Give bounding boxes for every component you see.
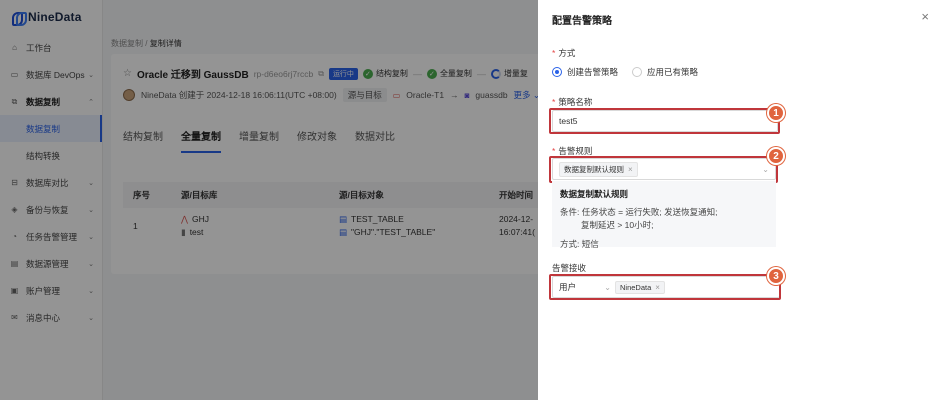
rule-method: 方式: 短信: [560, 239, 599, 249]
rule-card-title: 数据复制默认规则: [560, 189, 629, 199]
required-mark: *: [552, 97, 556, 107]
highlight-box-3: [549, 274, 781, 300]
highlight-box-2: [549, 156, 778, 183]
mode-label: * 方式: [552, 47, 575, 59]
radio-create-policy[interactable]: 创建告警策略: [552, 66, 618, 78]
mode-label-text: 方式: [558, 48, 576, 58]
alert-policy-drawer: 配置告警策略 × * 方式 创建告警策略 应用已有策略 * 策略名称 test5 1…: [538, 0, 943, 400]
rule-detail-card: 数据复制默认规则 条件: 任务状态 = 运行失败; 发送恢复通知; 复制延迟 >…: [552, 181, 776, 249]
radio-dot: [552, 67, 562, 77]
close-icon[interactable]: ×: [921, 9, 929, 24]
required-mark: *: [552, 146, 556, 156]
highlight-box-1: [549, 108, 780, 134]
marker-1: 1: [767, 104, 785, 122]
marker-2: 2: [767, 147, 785, 165]
radio-label: 创建告警策略: [567, 67, 619, 77]
radio-apply-existing[interactable]: 应用已有策略: [632, 66, 698, 78]
rule-label-text: 告警规则: [558, 146, 593, 156]
radio-dot: [632, 67, 643, 77]
modal-mask[interactable]: [0, 0, 538, 400]
radio-label: 应用已有策略: [647, 67, 699, 77]
policy-name-label: * 策略名称: [552, 96, 592, 108]
drawer-title: 配置告警策略: [552, 16, 612, 27]
rule-condition-2: 复制延迟 > 10小时;: [581, 220, 654, 230]
policy-name-label-text: 策略名称: [558, 97, 593, 107]
rule-condition-1: 条件: 任务状态 = 运行失败; 发送恢复通知;: [560, 207, 718, 217]
required-mark: *: [552, 48, 556, 58]
receive-label: 告警接收: [552, 263, 587, 273]
mode-radio-group: 创建告警策略 应用已有策略: [552, 66, 698, 78]
marker-3: 3: [767, 267, 785, 285]
